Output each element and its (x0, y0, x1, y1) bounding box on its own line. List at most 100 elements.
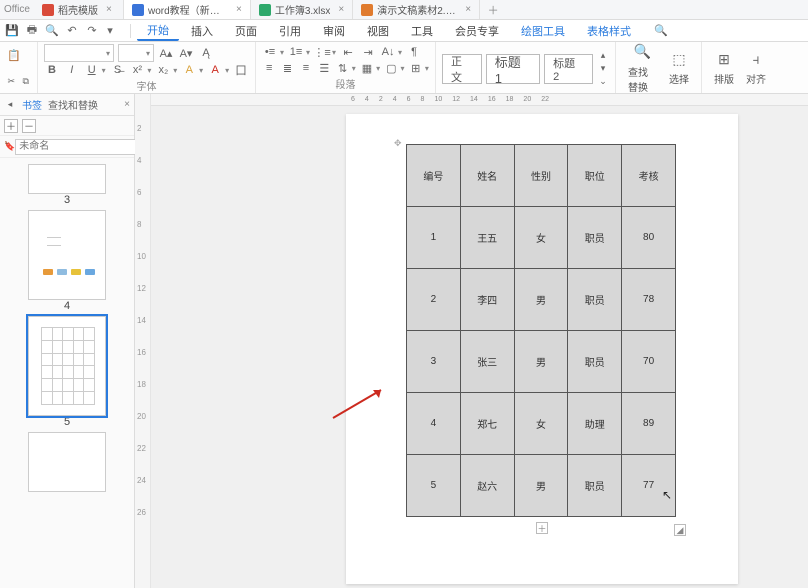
menu-member[interactable]: 会员专享 (445, 21, 509, 41)
table-cell[interactable]: 职员 (568, 455, 622, 517)
select-button[interactable]: ⬚ 选择 (663, 49, 695, 86)
close-tab-icon[interactable]: × (338, 4, 344, 15)
sidepanel-close-icon[interactable]: × (124, 99, 130, 110)
find-replace-button[interactable]: 🔍 查找替换 (622, 42, 663, 94)
add-bookmark-button[interactable]: ＋ (4, 119, 18, 133)
style-body[interactable]: 正文 (442, 54, 482, 84)
redo-icon[interactable]: ↷ (84, 23, 100, 39)
paste-icon[interactable]: 📋 (6, 47, 22, 63)
table-cell[interactable]: 5 (407, 455, 461, 517)
align-center-icon[interactable]: ≣ (280, 60, 294, 76)
page-thumb-3[interactable] (28, 164, 106, 194)
align-button[interactable]: ⫞ 对齐 (740, 49, 772, 86)
table-cell[interactable]: 助理 (568, 393, 622, 455)
align-left-icon[interactable]: ≡ (262, 60, 276, 76)
save-icon[interactable]: 💾 (4, 23, 20, 39)
align-justify-icon[interactable]: ☰ (317, 60, 331, 76)
font-size-select[interactable]: ▾ (118, 44, 154, 62)
menu-start[interactable]: 开始 (137, 20, 179, 41)
table-cell[interactable]: 女 (514, 393, 568, 455)
document-canvas[interactable]: 6 4 2 4 6 8 10 12 14 16 18 20 22 ✥ 编号 姓名… (151, 94, 808, 588)
table-cell[interactable]: 男 (514, 455, 568, 517)
decrease-indent-icon[interactable]: ⇤ (340, 44, 356, 60)
table-move-handle-icon[interactable]: ✥ (394, 138, 402, 149)
page-thumb-4[interactable] (28, 210, 106, 300)
number-list-icon[interactable]: 1≡ (288, 44, 304, 60)
increase-font-icon[interactable]: A▴ (158, 45, 174, 61)
table-cell[interactable]: 职员 (568, 207, 622, 269)
doc-tab-word[interactable]: word教程（新）.docx × (124, 0, 251, 19)
table-cell[interactable]: 89 (622, 393, 676, 455)
cut-icon[interactable]: ✂ (6, 75, 17, 87)
underline-icon[interactable]: U (84, 62, 100, 78)
decrease-font-icon[interactable]: A▾ (178, 45, 194, 61)
remove-bookmark-button[interactable]: － (22, 119, 36, 133)
bold-icon[interactable]: B (44, 62, 60, 78)
doc-tab-template[interactable]: 稻壳模版 × (34, 0, 124, 19)
page-thumbnail-list[interactable]: 3 4 (0, 158, 134, 588)
style-scroll-up-icon[interactable]: ▴ (597, 50, 609, 62)
table-cell[interactable]: 职员 (568, 331, 622, 393)
page-thumb-6[interactable] (28, 432, 106, 492)
close-tab-icon[interactable]: × (465, 4, 471, 15)
nav-prev-icon[interactable]: ◂ (4, 99, 16, 111)
table-cell[interactable]: 张三 (460, 331, 514, 393)
style-scroll-down-icon[interactable]: ▾ (597, 63, 609, 75)
clear-format-icon[interactable]: Ą (198, 45, 214, 61)
tabs-icon[interactable]: ⊞ (409, 60, 423, 76)
font-family-select[interactable]: ▾ (44, 44, 114, 62)
add-row-handle[interactable]: ＋ (536, 522, 548, 534)
char-border-icon[interactable]: 囗 (233, 62, 249, 78)
table-cell[interactable]: 1 (407, 207, 461, 269)
table-cell[interactable]: 男 (514, 331, 568, 393)
table-cell[interactable]: 2 (407, 269, 461, 331)
show-marks-icon[interactable]: ¶ (406, 44, 422, 60)
bullet-list-icon[interactable]: •≡ (262, 44, 278, 60)
close-tab-icon[interactable]: × (106, 4, 112, 15)
style-expand-icon[interactable]: ⌄ (597, 76, 609, 88)
close-tab-icon[interactable]: × (236, 4, 242, 15)
highlight-icon[interactable]: A (181, 62, 197, 78)
table-header-cell[interactable]: 职位 (568, 145, 622, 207)
search-icon[interactable]: 🔍 (653, 23, 669, 39)
table-cell[interactable]: 李四 (460, 269, 514, 331)
document-page[interactable]: ✥ 编号 姓名 性别 职位 考核 1 王五 女 职员 80 2 (346, 114, 738, 584)
superscript-icon[interactable]: x² (130, 62, 146, 78)
style-heading1[interactable]: 标题 1 (486, 54, 540, 84)
menu-draw-tools[interactable]: 绘图工具 (511, 21, 575, 41)
table-cell[interactable]: 男 (514, 269, 568, 331)
add-tab-button[interactable]: ＋ (480, 0, 506, 19)
undo-icon[interactable]: ↶ (64, 23, 80, 39)
menu-page[interactable]: 页面 (225, 21, 267, 41)
menu-tools[interactable]: 工具 (401, 21, 443, 41)
doc-tab-excel[interactable]: 工作簿3.xlsx × (251, 0, 353, 19)
table-cell[interactable]: 80 (622, 207, 676, 269)
sidepanel-tab-findreplace[interactable]: 查找和替换 (48, 97, 98, 112)
sort-icon[interactable]: A↓ (380, 44, 396, 60)
data-table[interactable]: 编号 姓名 性别 职位 考核 1 王五 女 职员 80 2 李四 男 (406, 144, 676, 517)
print-icon[interactable]: 🖶 (24, 23, 40, 39)
borders-icon[interactable]: ▢ (384, 60, 398, 76)
line-spacing-icon[interactable]: ⇅ (335, 60, 349, 76)
menu-review[interactable]: 审阅 (313, 21, 355, 41)
italic-icon[interactable]: I (64, 62, 80, 78)
page-thumb-5[interactable] (28, 316, 106, 416)
table-cell[interactable]: 78 (622, 269, 676, 331)
layout-button[interactable]: ⊞ 排版 (708, 49, 740, 86)
copy-icon[interactable]: ⧉ (21, 75, 32, 87)
table-header-cell[interactable]: 编号 (407, 145, 461, 207)
subscript-icon[interactable]: x₂ (155, 62, 171, 78)
table-header-cell[interactable]: 姓名 (460, 145, 514, 207)
table-cell[interactable]: 4 (407, 393, 461, 455)
table-header-cell[interactable]: 性别 (514, 145, 568, 207)
preview-icon[interactable]: 🔍 (44, 23, 60, 39)
font-color-icon[interactable]: A (207, 62, 223, 78)
qat-more-icon[interactable]: ▾ (102, 23, 118, 39)
table-cell[interactable]: 70 (622, 331, 676, 393)
menu-reference[interactable]: 引用 (269, 21, 311, 41)
align-right-icon[interactable]: ≡ (299, 60, 313, 76)
increase-indent-icon[interactable]: ⇥ (360, 44, 376, 60)
table-cell[interactable]: 职员 (568, 269, 622, 331)
office-button[interactable]: Office (0, 0, 34, 19)
table-cell[interactable]: 女 (514, 207, 568, 269)
